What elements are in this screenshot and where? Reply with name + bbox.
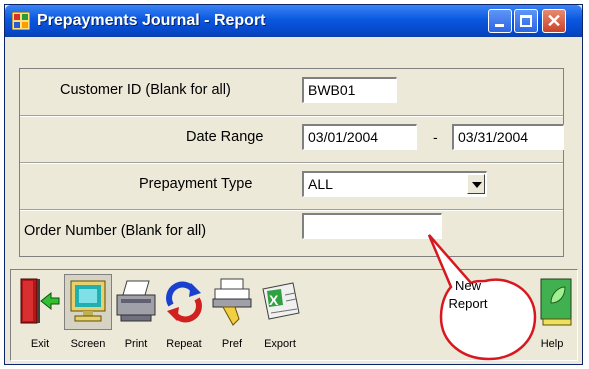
exit-door-icon: [20, 278, 60, 324]
customer-row: Customer ID (Blank for all) BWB01: [20, 69, 563, 116]
export-label: Export: [264, 338, 296, 350]
date-from-input[interactable]: 03/01/2004: [302, 124, 417, 150]
screen-button[interactable]: Screen: [64, 274, 112, 355]
date-to-input[interactable]: 03/31/2004: [452, 124, 564, 150]
minimize-button[interactable]: [488, 9, 512, 33]
dropdown-button[interactable]: [467, 174, 485, 194]
export-button[interactable]: X Export: [257, 275, 303, 355]
callout-line-1: New: [454, 278, 481, 293]
pref-button[interactable]: Pref: [209, 275, 255, 355]
customer-id-input[interactable]: BWB01: [302, 77, 397, 103]
criteria-panel: Customer ID (Blank for all) BWB01 Date R…: [19, 68, 564, 257]
repeat-arrows-icon: [166, 281, 202, 323]
prepayment-type-row: Prepayment Type ALL: [20, 163, 563, 210]
title-bar[interactable]: Prepayments Journal - Report ✕: [5, 5, 582, 37]
close-icon: ✕: [546, 11, 562, 31]
date-separator: -: [433, 129, 438, 145]
date-range-label: Date Range: [186, 129, 264, 145]
chevron-down-icon: [472, 182, 482, 188]
close-button[interactable]: ✕: [542, 9, 566, 33]
print-button[interactable]: Print: [113, 275, 159, 355]
export-icon: X: [262, 282, 300, 320]
maximize-icon: [520, 15, 532, 27]
exit-button[interactable]: Exit: [17, 275, 63, 355]
order-number-input[interactable]: [302, 213, 442, 239]
new-report-callout: New Report: [432, 277, 504, 313]
repeat-button[interactable]: Repeat: [161, 275, 207, 355]
order-number-label: Order Number (Blank for all): [24, 223, 207, 239]
customer-id-label: Customer ID (Blank for all): [60, 82, 231, 98]
minimize-icon: [495, 24, 504, 27]
window-title: Prepayments Journal - Report: [37, 12, 266, 29]
prepayment-type-select[interactable]: ALL: [302, 171, 487, 197]
date-range-row: Date Range 03/01/2004 - 03/31/2004: [20, 116, 564, 163]
callout-line-2: Report: [448, 296, 488, 311]
monitor-icon: [64, 274, 112, 330]
prepayment-type-value: ALL: [308, 176, 333, 192]
app-icon: [12, 12, 30, 30]
svg-text:X: X: [269, 292, 279, 308]
printer-icon: [116, 280, 156, 322]
maximize-button[interactable]: [514, 9, 538, 33]
prepayment-type-label: Prepayment Type: [139, 176, 253, 192]
preferences-icon: [212, 278, 252, 326]
